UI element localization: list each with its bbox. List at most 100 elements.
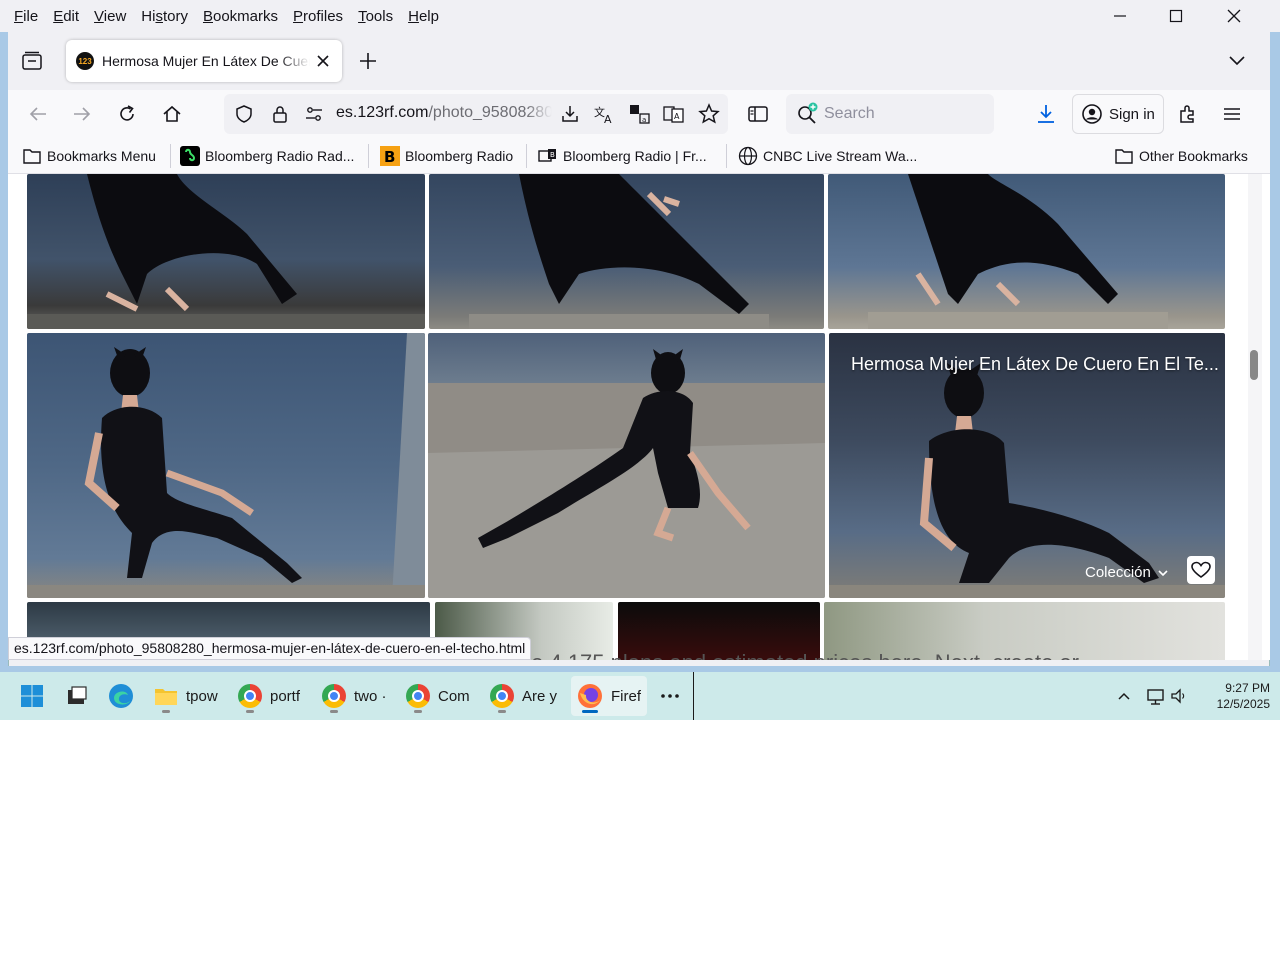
permissions-icon[interactable] (304, 104, 324, 124)
app-menu-button[interactable] (1216, 98, 1248, 130)
taskbar-indicator (498, 710, 506, 713)
search-icon (798, 102, 818, 124)
clock-date: 12/5/2025 (1216, 697, 1270, 711)
taskbar-app-label: portf (270, 687, 301, 705)
bookmarks-toolbar: Bookmarks Menu Bloomberg Radio Rad... B … (8, 138, 1270, 174)
taskbar-indicator-active (582, 710, 598, 713)
tab-list-button[interactable] (20, 49, 44, 78)
taskbar-overflow-button[interactable] (654, 676, 686, 716)
tab-active[interactable]: 123 Hermosa Mujer En Látex De Cuero En E… (66, 40, 342, 82)
list-all-tabs-button[interactable] (1228, 52, 1246, 75)
page-download-icon[interactable] (560, 104, 580, 124)
url-path: /photo_95808280_hermosa-mujer-en-látex-d… (428, 104, 552, 121)
menu-history[interactable]: History (141, 8, 188, 25)
photo-thumbnail[interactable] (27, 174, 425, 329)
firefox-icon (578, 684, 602, 708)
photo-thumbnail[interactable] (429, 174, 824, 329)
firefox-window: File Edit View History Bookmarks Profile… (0, 0, 1280, 672)
bookmarks-menu[interactable]: Bookmarks Menu (22, 146, 156, 166)
menu-bookmarks[interactable]: Bookmarks (203, 8, 278, 25)
maximize-button[interactable] (1148, 0, 1204, 32)
collection-dropdown[interactable]: Colección (1085, 564, 1169, 581)
photo-thumbnail[interactable] (428, 333, 825, 598)
bookmark-label: Bloomberg Radio | Fr... (563, 148, 707, 164)
network-button[interactable] (1146, 686, 1166, 711)
url-text[interactable]: es.123rf.com/photo_95808280_hermosa-muje… (336, 104, 552, 122)
menu-profiles[interactable]: Profiles (293, 8, 343, 25)
chrome-icon (322, 684, 346, 708)
lock-icon[interactable] (270, 104, 290, 124)
start-button[interactable] (14, 676, 50, 716)
minimize-button[interactable] (1092, 0, 1148, 32)
bookmark-item[interactable]: Bloomberg Radio Rad... (180, 146, 354, 166)
photo-thumbnail[interactable] (828, 174, 1225, 329)
chrome-icon (238, 684, 262, 708)
bookmark-star-icon[interactable] (698, 103, 720, 125)
taskbar-app[interactable]: tpow (148, 676, 226, 716)
back-button[interactable] (22, 98, 54, 130)
reader-translate-icon[interactable]: A (663, 104, 685, 124)
taskbar-indicator (414, 710, 422, 713)
photo-thumbnail[interactable] (27, 333, 425, 598)
status-url-overlay: es.123rf.com/photo_95808280_hermosa-muje… (8, 637, 532, 660)
sign-in-button[interactable]: Sign in (1072, 94, 1164, 134)
volume-button[interactable] (1170, 687, 1188, 710)
network-monitor-icon (1147, 689, 1164, 705)
scrollbar-thumb[interactable] (1250, 350, 1258, 380)
task-view-button[interactable] (58, 676, 94, 716)
chrome-icon (490, 684, 514, 708)
favorite-button[interactable] (1187, 556, 1215, 584)
taskbar-app-label: tpow (186, 687, 218, 705)
reload-button[interactable] (111, 98, 143, 130)
bookmarks-menu-label: Bookmarks Menu (47, 148, 156, 164)
downloads-button[interactable] (1030, 98, 1062, 130)
taskbar-app[interactable]: Com (400, 676, 478, 716)
translate-page-icon[interactable]: a (629, 104, 651, 124)
taskbar-app-label: Com (438, 687, 470, 705)
bookmark-item[interactable]: CNBC Live Stream Wa... (738, 146, 917, 166)
scrollbar-track[interactable] (1248, 174, 1262, 660)
taskbar-app[interactable]: portf (232, 676, 310, 716)
menu-tools[interactable]: Tools (358, 8, 393, 25)
translate-icon[interactable]: 文A (594, 104, 616, 124)
new-tab-button[interactable] (358, 51, 378, 76)
tracking-protection-icon[interactable] (234, 104, 254, 124)
sidebar-button[interactable] (742, 98, 774, 130)
home-button[interactable] (156, 98, 188, 130)
tab-strip: 123 Hermosa Mujer En Látex De Cuero En E… (8, 32, 1270, 90)
url-bar[interactable]: es.123rf.com/photo_95808280_hermosa-muje… (224, 94, 728, 134)
other-bookmarks[interactable]: Other Bookmarks (1114, 146, 1248, 166)
file-explorer-icon (155, 689, 177, 705)
bookmark-item[interactable]: B Bloomberg Radio (380, 146, 513, 166)
svg-text:B: B (550, 151, 555, 159)
extensions-button[interactable] (1172, 98, 1204, 130)
close-icon (1227, 9, 1241, 23)
bookmark-separator (170, 144, 171, 168)
photo-hover-title[interactable]: Hermosa Mujer En Látex De Cuero En El Te… (851, 354, 1219, 375)
search-placeholder: Search (824, 105, 875, 122)
bookmark-item[interactable]: B Bloomberg Radio | Fr... (538, 146, 707, 166)
menu-view[interactable]: View (94, 8, 126, 25)
more-icon (661, 694, 679, 698)
bookmark-separator (368, 144, 369, 168)
close-window-button[interactable] (1206, 0, 1262, 32)
menu-file[interactable]: File (14, 8, 38, 25)
forward-button[interactable] (66, 98, 98, 130)
menu-edit[interactable]: Edit (53, 8, 79, 25)
menu-help[interactable]: Help (408, 8, 439, 25)
bookmark-label: Bloomberg Radio Rad... (205, 148, 355, 164)
search-bar[interactable]: Search (786, 94, 994, 134)
taskbar-app-label: Firef (611, 687, 641, 705)
taskbar-app[interactable]: two · (316, 676, 394, 716)
sign-in-label: Sign in (1109, 105, 1155, 123)
sidebar-icon (748, 106, 768, 122)
system-clock[interactable]: 9:27 PM 12/5/2025 (1196, 680, 1270, 712)
taskbar-app-active[interactable]: Firef (571, 676, 647, 716)
clock-time: 9:27 PM (1225, 681, 1270, 695)
edge-taskbar-button[interactable] (102, 676, 140, 716)
speaker-icon (1171, 688, 1185, 704)
show-hidden-icons-button[interactable] (1116, 688, 1132, 709)
taskbar-app[interactable]: Are y (484, 676, 562, 716)
menubar: File Edit View History Bookmarks Profile… (0, 0, 1280, 32)
close-tab-icon[interactable] (316, 54, 330, 68)
